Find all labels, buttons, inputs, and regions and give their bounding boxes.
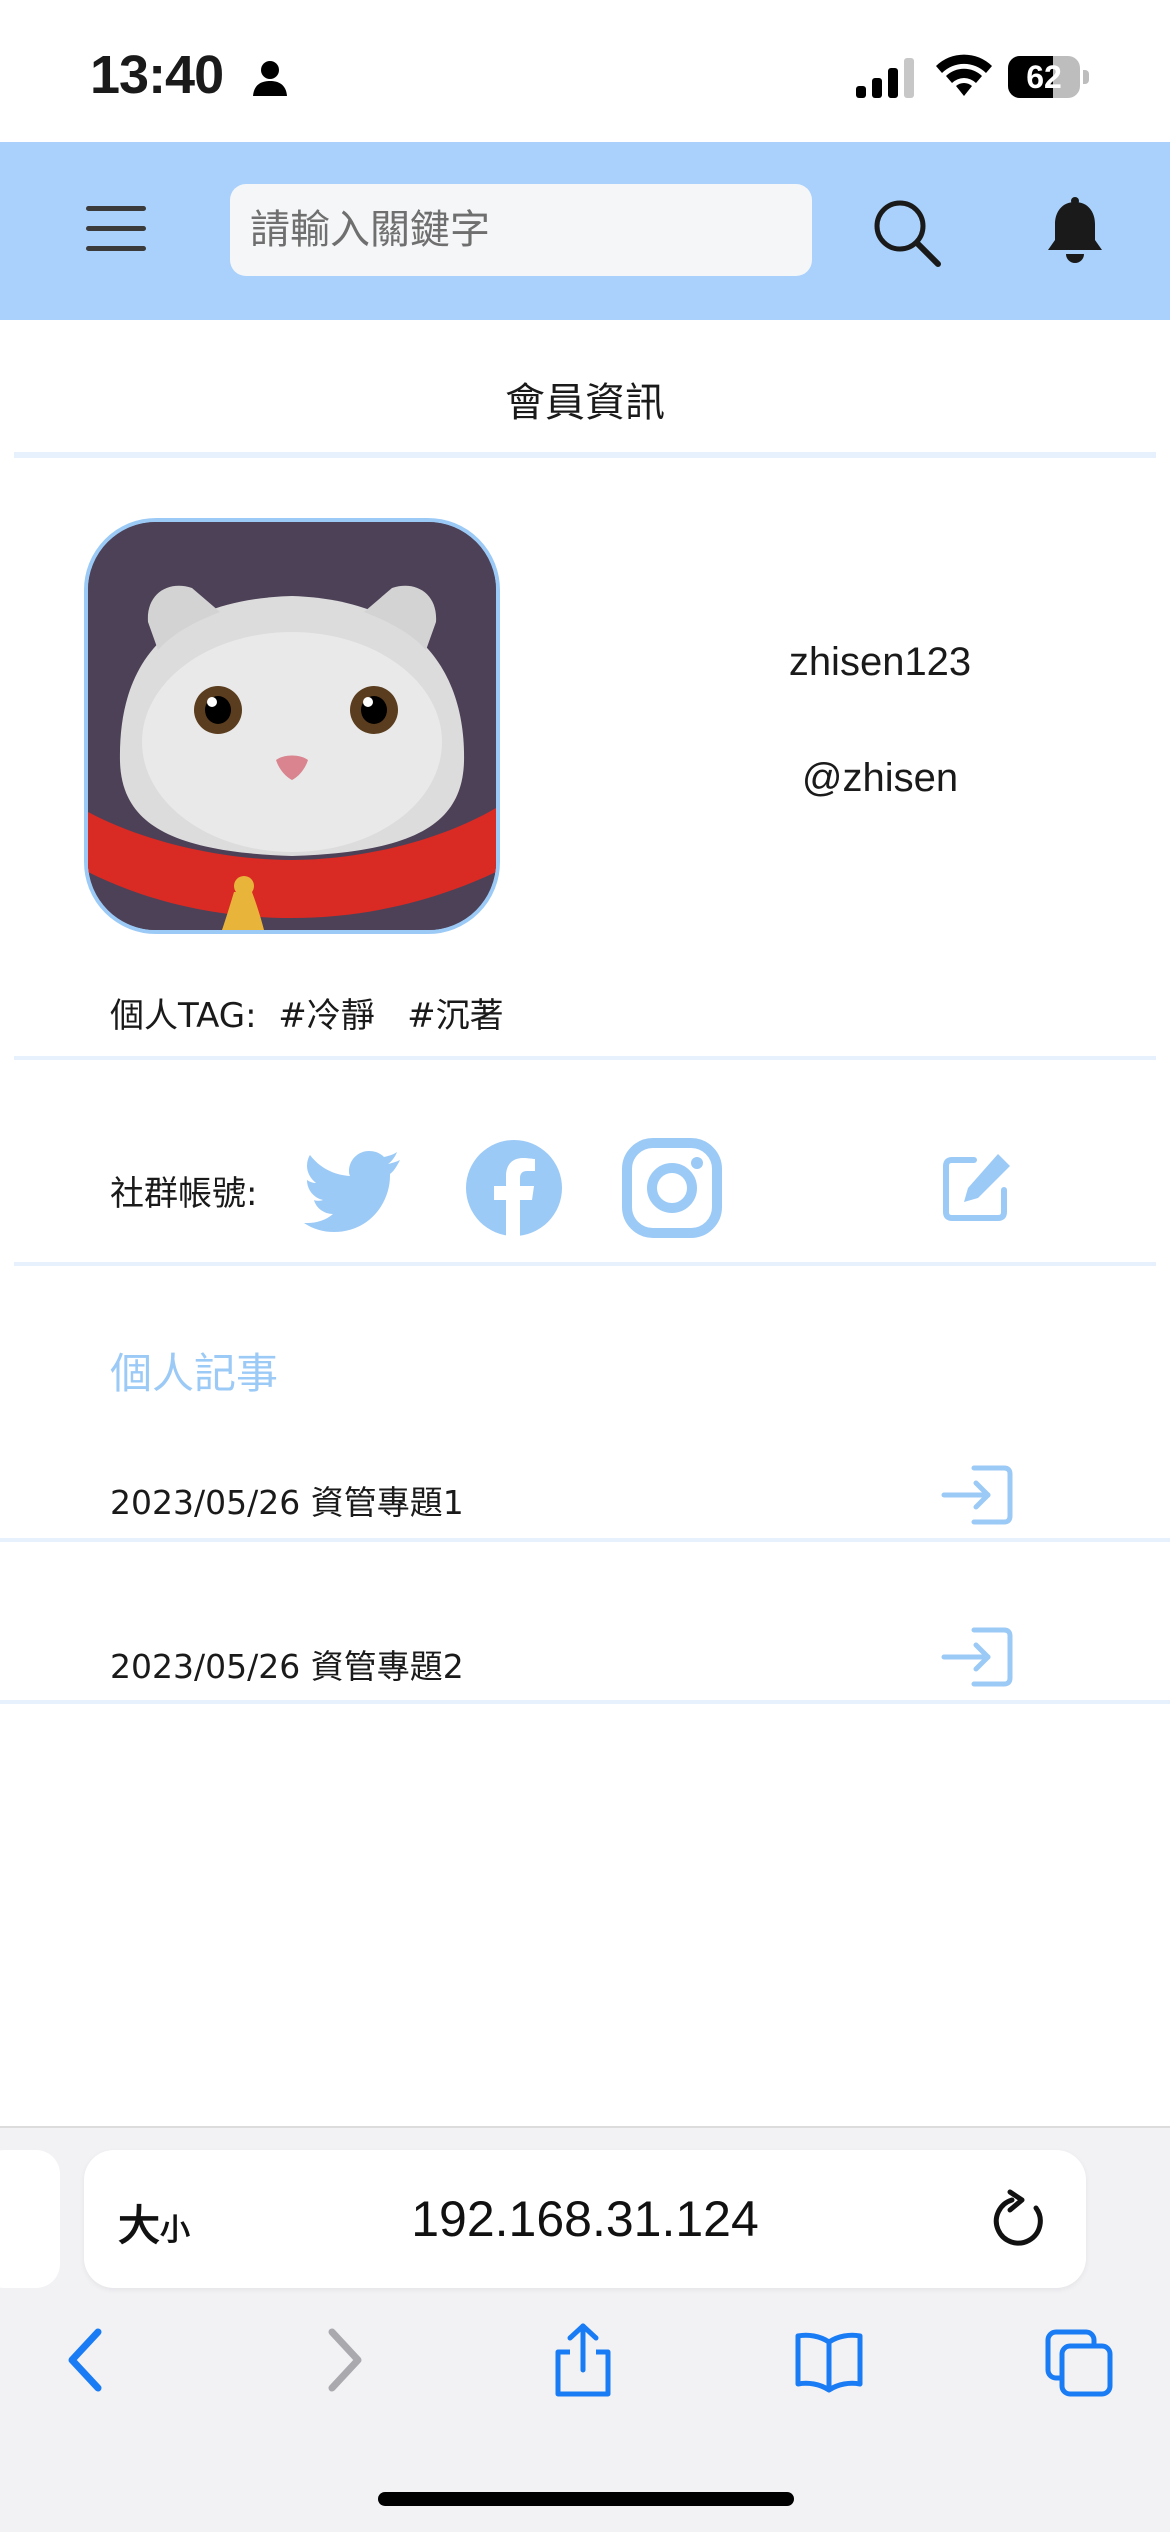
battery-indicator: 62: [1008, 56, 1089, 100]
search-icon[interactable]: [872, 198, 942, 268]
forward-icon[interactable]: [306, 2322, 376, 2398]
home-indicator: [378, 2492, 794, 2506]
tag-row: 個人TAG: #冷靜 #沉著: [110, 988, 504, 1037]
instagram-icon[interactable]: [622, 1138, 722, 1238]
username: zhisen123: [788, 640, 972, 684]
divider: [0, 1700, 1170, 1704]
cat-avatar-image: [88, 522, 496, 930]
text-size-small: 小: [160, 2213, 191, 2248]
battery-percent: 62: [1026, 59, 1062, 95]
share-icon[interactable]: [548, 2322, 618, 2398]
divider: [14, 1262, 1156, 1266]
search-input[interactable]: [230, 184, 812, 276]
tag-label: 個人TAG:: [110, 996, 257, 1036]
url-text[interactable]: 192.168.31.124: [300, 2190, 870, 2248]
cellular-signal-icon: [856, 58, 914, 98]
social-label: 社群帳號:: [110, 1174, 258, 1214]
twitter-icon[interactable]: [304, 1138, 404, 1238]
status-time: 13:40: [90, 45, 224, 105]
back-icon[interactable]: [54, 2322, 124, 2398]
bell-icon[interactable]: [1044, 196, 1106, 266]
tag-item[interactable]: #沉著: [407, 988, 504, 1037]
tabs-icon[interactable]: [1044, 2322, 1114, 2398]
post-title[interactable]: 2023/05/26 資管專題1: [110, 1476, 464, 1524]
divider: [0, 1538, 1170, 1542]
divider: [14, 1056, 1156, 1060]
tag-item[interactable]: #冷靜: [278, 988, 375, 1037]
edit-icon[interactable]: [940, 1150, 1014, 1224]
text-size-big: 大: [118, 2201, 161, 2250]
wifi-icon: [936, 54, 992, 96]
section-title: 個人記事: [110, 1349, 279, 1398]
menu-icon[interactable]: [86, 204, 146, 254]
avatar: [84, 518, 500, 934]
bookmarks-icon[interactable]: [794, 2322, 864, 2398]
user-handle: @zhisen: [801, 756, 959, 800]
facebook-icon[interactable]: [464, 1138, 564, 1238]
page-title: 會員資訊: [505, 380, 665, 426]
reload-icon[interactable]: [990, 2188, 1050, 2252]
person-icon: [253, 61, 287, 96]
enter-icon[interactable]: [940, 1626, 1014, 1688]
divider: [14, 452, 1156, 458]
previous-tab-preview[interactable]: [0, 2150, 60, 2288]
enter-icon[interactable]: [940, 1464, 1014, 1526]
post-title[interactable]: 2023/05/26 資管專題2: [110, 1640, 464, 1688]
text-size-button[interactable]: 大小: [118, 2192, 190, 2253]
